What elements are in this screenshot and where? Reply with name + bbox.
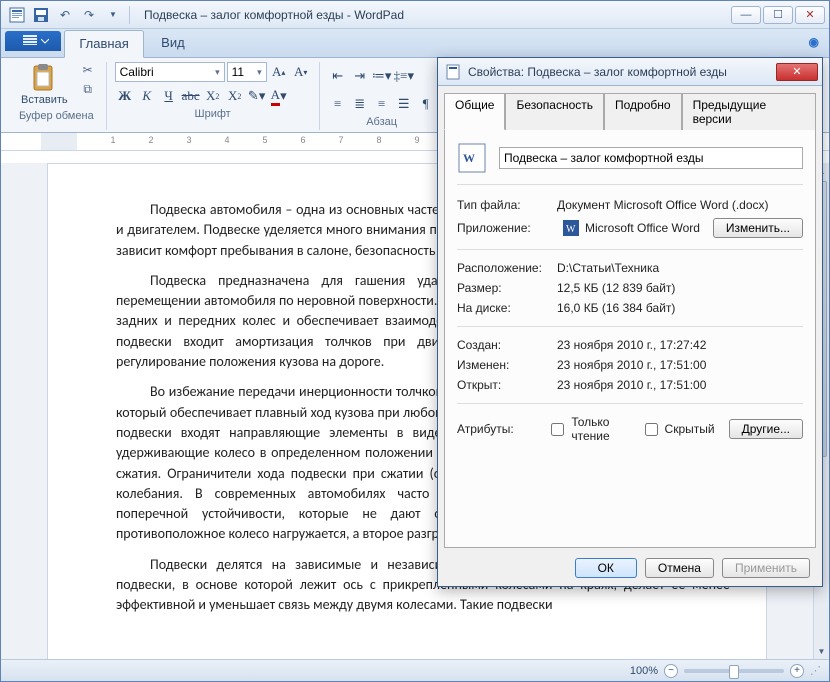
align-left-icon[interactable]: ≡: [328, 94, 348, 114]
clipboard-group-label: Буфер обмена: [15, 108, 98, 124]
increase-indent-icon[interactable]: ⇥: [350, 66, 370, 86]
modified-value: 23 ноября 2010 г., 17:51:00: [557, 358, 803, 372]
line-spacing-icon[interactable]: ‡≡▾: [394, 66, 414, 86]
font-color-button[interactable]: A▾: [269, 86, 289, 106]
svg-text:W: W: [463, 151, 475, 165]
hidden-checkbox[interactable]: Скрытый: [641, 420, 715, 439]
size-on-disk-label: На диске:: [457, 301, 557, 315]
align-center-icon[interactable]: ≣: [350, 94, 370, 114]
other-attributes-button[interactable]: Другие...: [729, 419, 803, 439]
titlebar: ↶ ↷ ▼ Подвеска – залог комфортной езды -…: [1, 1, 829, 29]
superscript-button[interactable]: X2: [225, 86, 245, 106]
font-name-select[interactable]: Calibri▾: [115, 62, 225, 82]
bullets-icon[interactable]: ≔▾: [372, 66, 392, 86]
tab-view[interactable]: Вид: [147, 30, 199, 56]
tab-home[interactable]: Главная: [64, 30, 143, 58]
subscript-button[interactable]: X2: [203, 86, 223, 106]
properties-icon: [446, 64, 462, 80]
cancel-button[interactable]: Отмена: [645, 558, 714, 578]
ok-button[interactable]: ОК: [575, 558, 637, 578]
group-clipboard: Вставить ✂ ⧉ Буфер обмена: [7, 62, 107, 130]
zoom-slider[interactable]: [684, 669, 784, 673]
cut-icon[interactable]: ✂: [78, 62, 98, 78]
align-right-icon[interactable]: ≡: [372, 94, 392, 114]
ribbon-tabs: Главная Вид ◉: [1, 29, 829, 58]
close-button[interactable]: ✕: [795, 6, 825, 24]
paragraph-group-label: Абзац: [328, 114, 436, 130]
filetype-value: Документ Microsoft Office Word (.docx): [557, 198, 803, 212]
tab-previous-versions[interactable]: Предыдущие версии: [682, 93, 816, 130]
redo-icon[interactable]: ↷: [79, 5, 99, 25]
quick-access-toolbar: ↶ ↷ ▼: [1, 5, 138, 25]
help-icon[interactable]: ◉: [799, 29, 829, 55]
created-value: 23 ноября 2010 г., 17:27:42: [557, 338, 803, 352]
minimize-button[interactable]: —: [731, 6, 761, 24]
scroll-down-icon[interactable]: ▼: [814, 643, 829, 659]
font-size-select[interactable]: 11▾: [227, 62, 267, 82]
zoom-out-button[interactable]: −: [664, 664, 678, 678]
dialog-titlebar[interactable]: Свойства: Подвеска – залог комфортной ез…: [438, 58, 822, 86]
tab-general[interactable]: Общие: [444, 93, 505, 130]
svg-text:W: W: [566, 224, 576, 235]
paragraph-dialog-icon[interactable]: ¶: [416, 94, 436, 114]
dialog-title: Свойства: Подвеска – залог комфортной ез…: [468, 65, 776, 79]
modified-label: Изменен:: [457, 358, 557, 372]
docx-icon: W: [457, 142, 489, 174]
underline-button[interactable]: Ч: [159, 86, 179, 106]
window-controls: — ☐ ✕: [731, 6, 829, 24]
word-icon: W: [563, 220, 579, 236]
tab-security[interactable]: Безопасность: [505, 93, 604, 130]
location-value: D:\Статьи\Техника: [557, 261, 803, 275]
bold-button[interactable]: Ж: [115, 86, 135, 106]
tab-page-general: W Тип файла:Документ Microsoft Office Wo…: [444, 130, 816, 548]
attributes-label: Атрибуты:: [457, 422, 533, 436]
paste-button[interactable]: Вставить: [15, 62, 74, 108]
separator: [129, 6, 130, 24]
created-label: Создан:: [457, 338, 557, 352]
maximize-button[interactable]: ☐: [763, 6, 793, 24]
font-group-label: Шрифт: [115, 106, 311, 122]
paste-label: Вставить: [21, 94, 68, 106]
wordpad-window: ↶ ↷ ▼ Подвеска – залог комфортной езды -…: [0, 0, 830, 682]
decrease-indent-icon[interactable]: ⇤: [328, 66, 348, 86]
dialog-tabstrip: Общие Безопасность Подробно Предыдущие в…: [444, 92, 816, 130]
statusbar: 100% − + ⋰: [1, 659, 829, 681]
align-justify-icon[interactable]: ☰: [394, 94, 414, 114]
readonly-checkbox[interactable]: Только чтение: [547, 415, 626, 443]
dialog-close-button[interactable]: ✕: [776, 63, 818, 81]
size-label: Размер:: [457, 281, 557, 295]
group-font: Calibri▾ 11▾ A▴ A▾ Ж К Ч abc X2 X2 ✎▾ A▾…: [107, 62, 320, 130]
zoom-in-button[interactable]: +: [790, 664, 804, 678]
properties-dialog: Свойства: Подвеска – залог комфортной ез…: [437, 57, 823, 587]
change-app-button[interactable]: Изменить...: [713, 218, 803, 238]
accessed-label: Открыт:: [457, 378, 557, 392]
undo-icon[interactable]: ↶: [55, 5, 75, 25]
application-label: Приложение:: [457, 221, 557, 235]
resize-grip-icon[interactable]: ⋰: [810, 664, 821, 677]
location-label: Расположение:: [457, 261, 557, 275]
strike-button[interactable]: abc: [181, 86, 201, 106]
grow-font-icon[interactable]: A▴: [269, 62, 289, 82]
size-on-disk-value: 16,0 КБ (16 384 байт): [557, 301, 803, 315]
size-value: 12,5 КБ (12 839 байт): [557, 281, 803, 295]
copy-icon[interactable]: ⧉: [78, 81, 98, 97]
filename-input[interactable]: [499, 147, 803, 169]
group-paragraph: ⇤ ⇥ ≔▾ ‡≡▾ ≡ ≣ ≡ ☰ ¶ Абзац: [320, 62, 445, 130]
highlight-button[interactable]: ✎▾: [247, 86, 267, 106]
app-menu-icon[interactable]: [7, 5, 27, 25]
zoom-label: 100%: [630, 665, 658, 677]
window-title: Подвеска – залог комфортной езды - WordP…: [138, 8, 731, 22]
apply-button[interactable]: Применить: [722, 558, 810, 578]
italic-button[interactable]: К: [137, 86, 157, 106]
save-icon[interactable]: [31, 5, 51, 25]
filetype-label: Тип файла:: [457, 198, 557, 212]
qat-dropdown-icon[interactable]: ▼: [103, 5, 123, 25]
shrink-font-icon[interactable]: A▾: [291, 62, 311, 82]
file-menu-button[interactable]: [5, 31, 61, 51]
dialog-buttons: ОК Отмена Применить: [444, 548, 816, 580]
tab-details[interactable]: Подробно: [604, 93, 682, 130]
application-value: Microsoft Office Word: [585, 221, 707, 235]
accessed-value: 23 ноября 2010 г., 17:51:00: [557, 378, 803, 392]
